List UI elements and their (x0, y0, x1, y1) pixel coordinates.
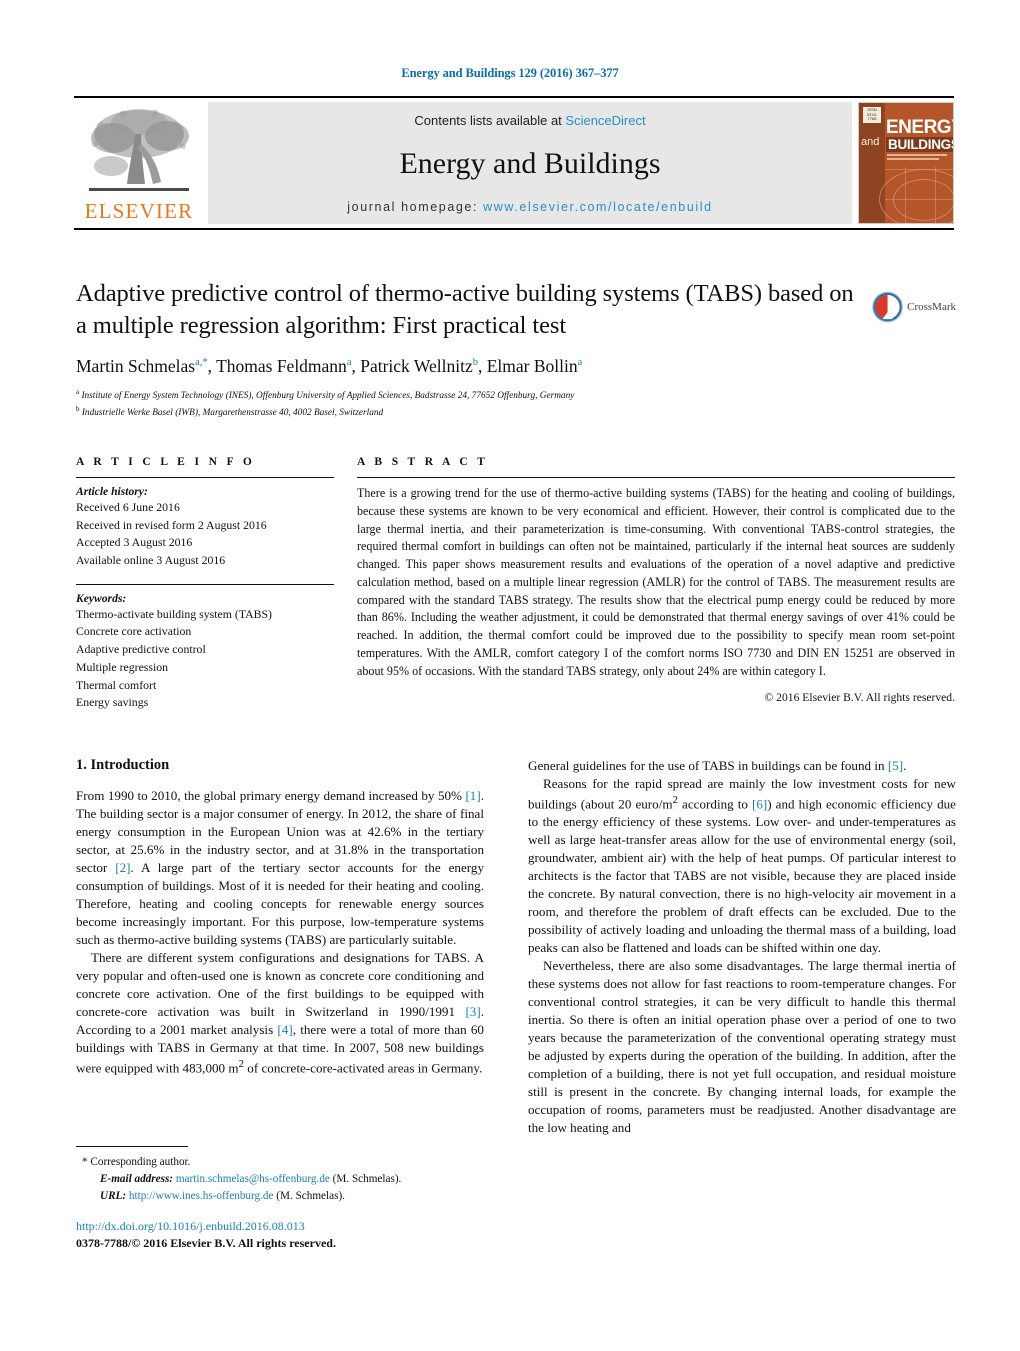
elsevier-wordmark: ELSEVIER (84, 199, 194, 224)
article-history-3: Available online 3 August 2016 (76, 553, 226, 568)
article-info-section: A R T I C L E I N F O Article history: R… (76, 456, 334, 712)
journal-band: Contents lists available at ScienceDirec… (208, 102, 852, 225)
cover-issn-badge: ISSN 0378-7788 (863, 107, 881, 124)
journal-masthead: ELSEVIER Contents lists available at Sci… (74, 96, 954, 231)
masthead-bottom-rule (74, 228, 954, 231)
cover-arc-inner (893, 179, 953, 222)
url-suffix: (M. Schmelas). (276, 1190, 345, 1203)
keyword-5: Energy savings (76, 695, 149, 710)
url-note: URL: http://www.ines.hs-offenburg.de (M.… (76, 1188, 486, 1205)
author-0-marks: a,* (195, 356, 208, 368)
author-3-marks: a (577, 356, 583, 368)
url-label: URL: (100, 1190, 127, 1203)
body-column-left: 1. Introduction From 1990 to 2010, the g… (76, 757, 484, 1077)
author-0: Martin Schmelasa,* (76, 355, 208, 376)
article-history-1: Received in revised form 2 August 2016 (76, 517, 267, 532)
crossmark-badge[interactable]: CrossMark (872, 286, 956, 328)
corresponding-author-note: * Corresponding author. (82, 1156, 191, 1168)
paragraph-right-2: Nevertheless, there are also some disadv… (528, 958, 956, 1136)
journal-title: Energy and Buildings (399, 147, 661, 181)
author-3: Elmar Bollina (486, 355, 583, 376)
elsevier-logo: ELSEVIER (74, 102, 204, 224)
article-info-heading: A R T I C L E I N F O (76, 456, 256, 468)
keyword-2: Adaptive predictive control (76, 642, 206, 657)
email-link[interactable]: martin.schmelas@hs-offenburg.de (176, 1173, 330, 1185)
footnote-block: * Corresponding author. E-mail address: … (76, 1146, 486, 1205)
cover-gridline-v2 (935, 167, 936, 224)
affiliation-a: a Institute of Energy System Technology … (76, 387, 575, 401)
keyword-4: Thermal comfort (76, 677, 157, 692)
footnote-rule (76, 1146, 188, 1147)
cover-buildings-text: BUILDINGS (886, 137, 953, 153)
article-info-rule (76, 477, 334, 478)
contents-available-line: Contents lists available at ScienceDirec… (414, 113, 645, 128)
elsevier-tree-icon (89, 109, 189, 192)
keyword-3: Multiple regression (76, 659, 169, 674)
running-head: Energy and Buildings 129 (2016) 367–377 (401, 66, 619, 80)
abstract-heading: A B S T R A C T (357, 456, 489, 468)
affiliation-list: a Institute of Energy System Technology … (76, 387, 866, 421)
abstract-rule (357, 477, 955, 478)
author-2-marks: b (472, 356, 478, 368)
author-1-marks: a (346, 356, 352, 368)
cover-energy-text: ENERGY (886, 117, 953, 139)
author-1: Thomas Feldmanna (216, 355, 352, 376)
keyword-1: Concrete core activation (76, 624, 192, 639)
article-page: Energy and Buildings 129 (2016) 367–377 (0, 0, 1020, 1351)
paragraph-right-1: Reasons for the rapid spread are mainly … (528, 776, 956, 956)
abstract-text: There is a growing trend for the use of … (357, 486, 955, 678)
abstract-section: A B S T R A C T There is a growing trend… (357, 456, 955, 704)
keyword-0: Thermo-activate building system (TABS) (76, 606, 272, 621)
page-title: Adaptive predictive control of thermo-ac… (76, 280, 854, 339)
author-list: Martin Schmelasa,*, Thomas Feldmanna, Pa… (76, 355, 583, 376)
abstract-copyright: © 2016 Elsevier B.V. All rights reserved… (764, 691, 955, 705)
article-history-2: Accepted 3 August 2016 (76, 535, 193, 550)
keywords-rule (76, 583, 334, 585)
article-history-label: Article history: (76, 485, 148, 498)
cover-gridline-v1 (905, 167, 906, 224)
affiliation-b: b Industrielle Werke Basel (IWB), Margar… (76, 404, 384, 418)
crossmark-label: CrossMark (907, 301, 956, 313)
doi-block: http://dx.doi.org/10.1016/j.enbuild.2016… (76, 1218, 496, 1253)
email-suffix: (M. Schmelas). (332, 1173, 402, 1186)
journal-cover-thumbnail: ISSN 0378-7788 and ENERGY BUILDINGS (858, 102, 954, 225)
journal-homepage-line: journal homepage: www.elsevier.com/locat… (347, 200, 712, 214)
crossmark-icon (872, 291, 903, 323)
email-label: E-mail address: (100, 1173, 174, 1186)
doi-link[interactable]: http://dx.doi.org/10.1016/j.enbuild.2016… (76, 1218, 496, 1235)
article-history-0: Received 6 June 2016 (76, 500, 180, 514)
author-2: Patrick Wellnitzb (360, 355, 478, 376)
homepage-label: journal homepage: (347, 200, 484, 215)
paragraph-left-0: From 1990 to 2010, the global primary en… (76, 788, 484, 947)
keywords-label: Keywords: (76, 591, 127, 605)
masthead-top-rule (74, 96, 954, 99)
email-note: E-mail address: martin.schmelas@hs-offen… (76, 1171, 486, 1188)
cover-and-text: and (861, 136, 880, 149)
homepage-url-link[interactable]: www.elsevier.com/locate/enbuild (483, 200, 713, 214)
url-link[interactable]: http://www.ines.hs-offenburg.de (129, 1190, 274, 1202)
section-title-introduction: 1. Introduction (76, 757, 170, 773)
body-column-right: General guidelines for the use of TABS i… (528, 757, 956, 1137)
sciencedirect-link[interactable]: ScienceDirect (565, 113, 645, 128)
cover-gridline-h1 (885, 169, 953, 171)
cover-subtitle-lines (887, 154, 949, 166)
issn-copyright-line: 0378-7788/© 2016 Elsevier B.V. All right… (76, 1236, 336, 1251)
paragraph-right-0: General guidelines for the use of TABS i… (528, 758, 907, 773)
paragraph-left-1: There are different system configuration… (76, 950, 484, 1076)
contents-prefix: Contents lists available at (414, 113, 566, 129)
title-block: Adaptive predictive control of thermo-ac… (76, 278, 866, 421)
cover-gridline-h2 (885, 199, 953, 201)
